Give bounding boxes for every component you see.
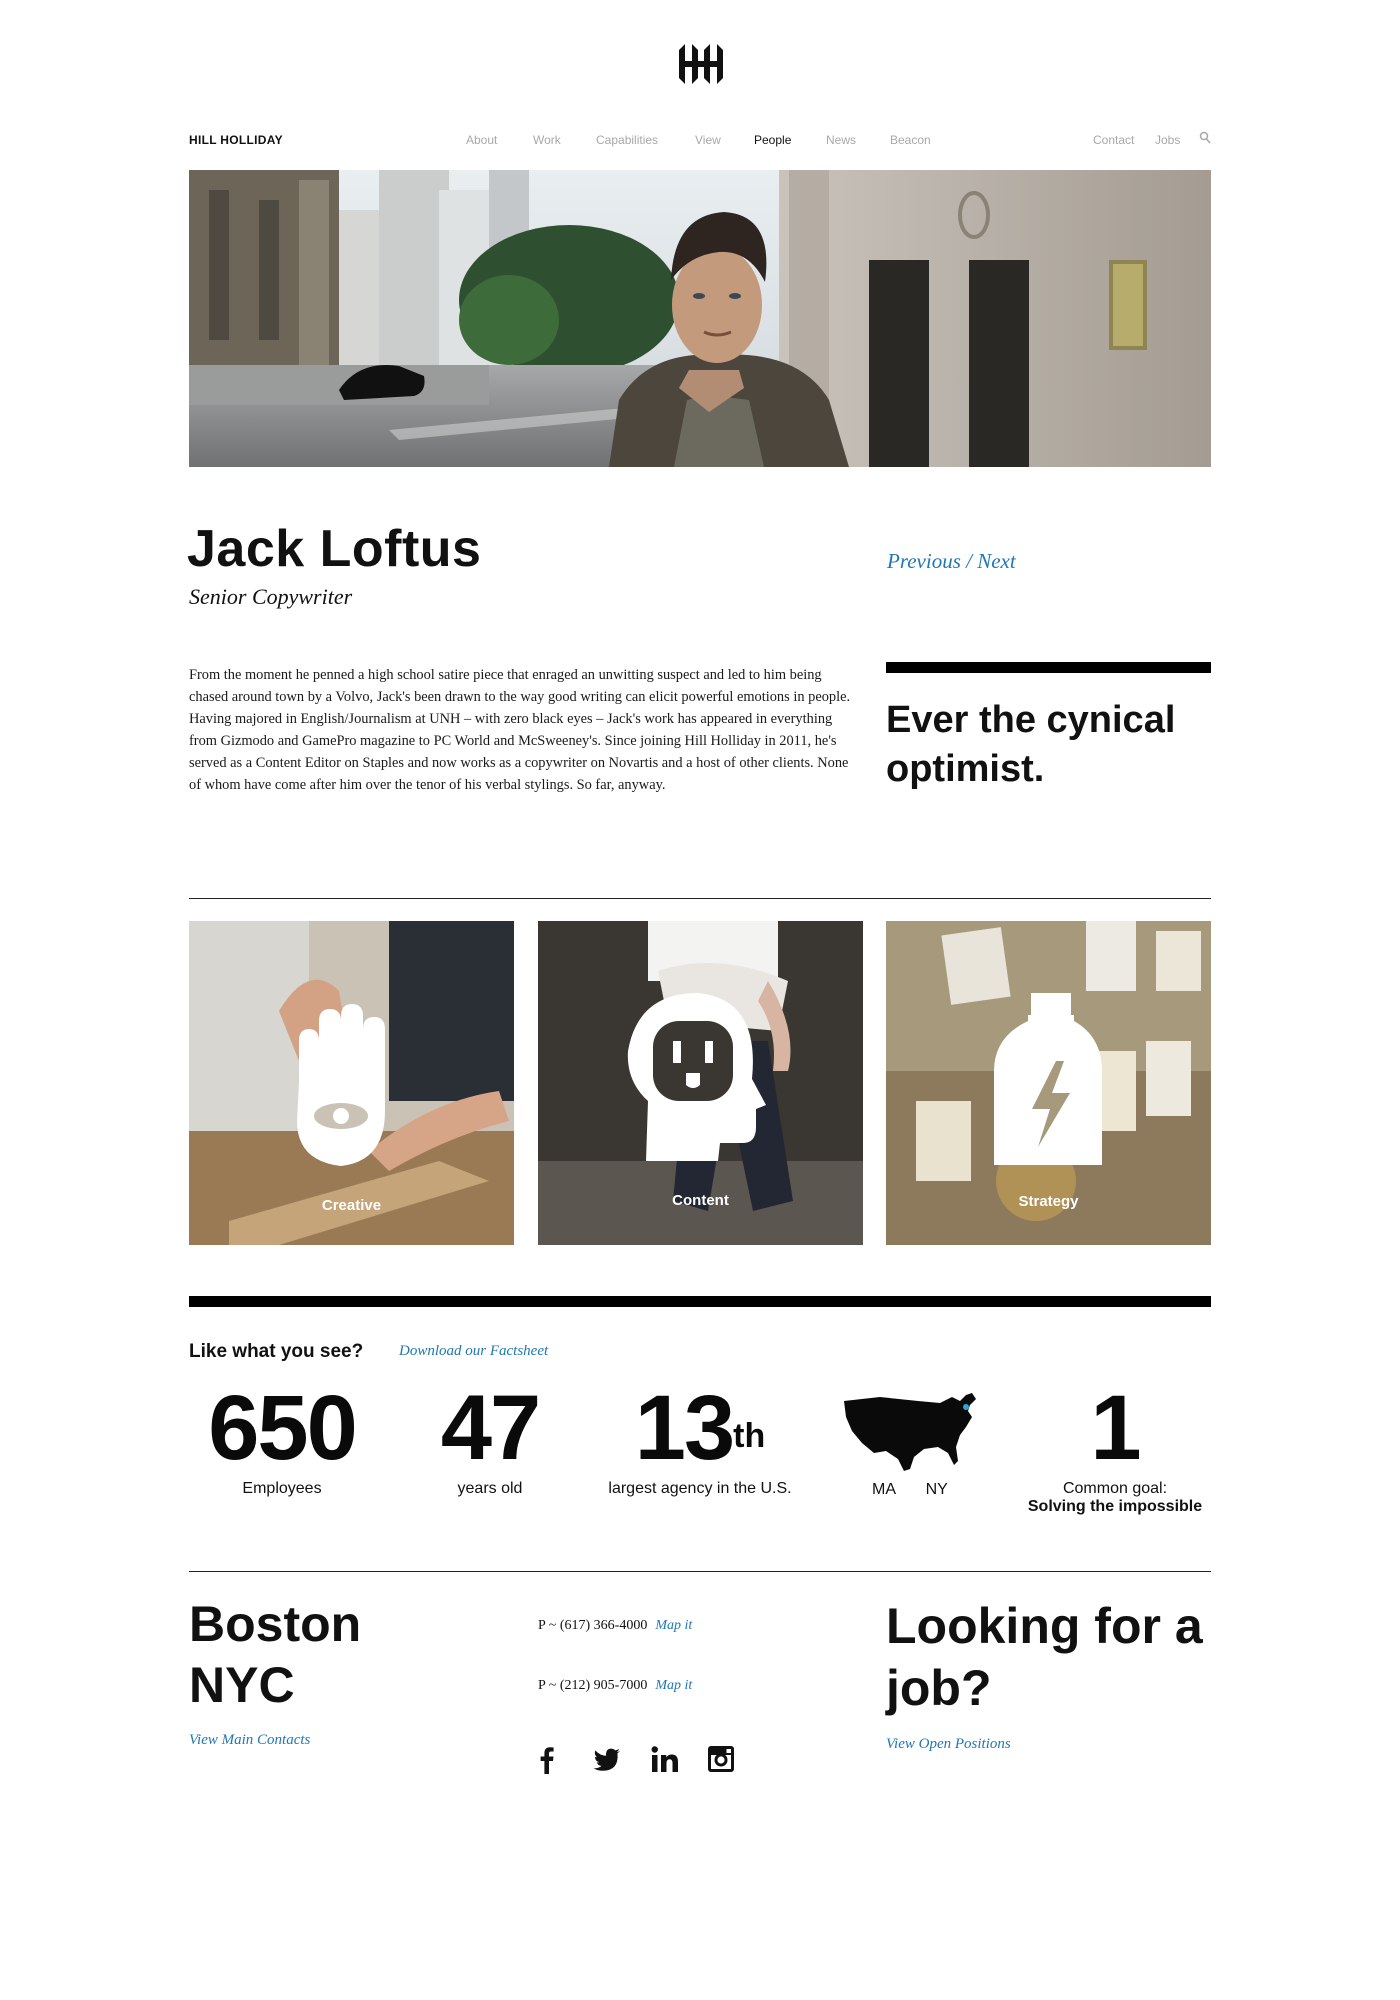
- nav-item-capabilities[interactable]: Capabilities: [596, 133, 658, 147]
- stat-goal: 1 Common goal: Solving the impossible: [1010, 1378, 1220, 1516]
- capability-tile-strategy[interactable]: Strategy: [886, 921, 1211, 1245]
- next-link[interactable]: Next: [977, 549, 1015, 573]
- office-city-nyc: NYC: [189, 1657, 295, 1713]
- stat-label: Employees: [242, 1480, 322, 1497]
- location-labels: MA NY: [872, 1481, 948, 1499]
- stat-ordinal: th: [733, 1417, 766, 1455]
- view-open-positions-link[interactable]: View Open Positions: [886, 1736, 1011, 1753]
- nav-item-news[interactable]: News: [826, 133, 856, 147]
- capability-tile-creative[interactable]: Creative: [189, 921, 514, 1245]
- nav-item-beacon[interactable]: Beacon: [890, 133, 931, 147]
- person-name: Jack Loftus: [187, 520, 482, 578]
- capability-label: Creative: [321, 1197, 382, 1214]
- nav-item-people[interactable]: People: [754, 133, 791, 147]
- person-bio: From the moment he penned a high school …: [189, 667, 851, 793]
- top-navigation: HILL HOLLIDAY About Work Capabilities Vi…: [189, 130, 1211, 152]
- facts-heading: Like what you see?: [189, 1341, 364, 1362]
- pagination-separator: /: [960, 549, 978, 573]
- stat-rank: 13th largest agency in the U.S.: [590, 1378, 810, 1498]
- download-factsheet-link[interactable]: Download our Factsheet: [399, 1343, 548, 1360]
- phone-boston: P ~ (617) 366-4000 Map it: [538, 1618, 692, 1634]
- view-main-contacts-link[interactable]: View Main Contacts: [189, 1732, 310, 1749]
- stat-number: 1: [1090, 1377, 1141, 1479]
- nav-item-view[interactable]: View: [695, 133, 721, 147]
- capability-label: Strategy: [1018, 1193, 1079, 1210]
- nav-item-contact[interactable]: Contact: [1093, 133, 1134, 147]
- stat-label-emphasis: Solving the impossible: [1027, 1498, 1203, 1515]
- footer-divider: [189, 1571, 1211, 1572]
- instagram-icon[interactable]: [706, 1744, 736, 1774]
- capability-tile-content[interactable]: Content: [538, 921, 863, 1245]
- office-city-boston: Boston: [189, 1596, 362, 1652]
- profile-pagination: Previous / Next: [887, 549, 1016, 574]
- quote-divider-bar: [886, 662, 1211, 673]
- stat-label: Common goal:: [1062, 1480, 1168, 1497]
- nav-item-jobs[interactable]: Jobs: [1155, 133, 1180, 147]
- map-it-link-boston[interactable]: Map it: [655, 1618, 692, 1633]
- location-ny: NY: [925, 1481, 948, 1498]
- location-ma: MA: [872, 1481, 896, 1498]
- capability-label: Content: [672, 1192, 729, 1209]
- person-job-title: Senior Copywriter: [189, 584, 353, 609]
- section-divider: [189, 898, 1211, 899]
- stat-label: largest agency in the U.S.: [608, 1480, 792, 1497]
- brand-wordmark[interactable]: HILL HOLLIDAY: [189, 133, 283, 147]
- phone-nyc: P ~ (212) 905-7000 Map it: [538, 1678, 692, 1694]
- hero-portrait-photo: [189, 170, 1211, 467]
- search-icon[interactable]: [1199, 131, 1211, 145]
- facts-divider-bar: [189, 1296, 1211, 1307]
- stat-number: 13th: [634, 1377, 766, 1479]
- stat-label: years old: [457, 1480, 523, 1497]
- phone-number: P ~ (617) 366-4000: [538, 1618, 648, 1633]
- stat-years: 47 years old: [410, 1378, 570, 1498]
- nav-item-work[interactable]: Work: [533, 133, 561, 147]
- twitter-icon[interactable]: [592, 1744, 622, 1774]
- previous-link[interactable]: Previous: [887, 549, 961, 573]
- phone-number: P ~ (212) 905-7000: [538, 1678, 648, 1693]
- jobs-heading: Looking for a job?: [886, 1598, 1203, 1716]
- stat-employees: 650 Employees: [189, 1378, 375, 1498]
- map-it-link-nyc[interactable]: Map it: [655, 1678, 692, 1693]
- hh-monogram-logo[interactable]: [675, 44, 727, 84]
- stat-number: 47: [440, 1377, 541, 1479]
- nav-item-about[interactable]: About: [466, 133, 497, 147]
- stat-number: 650: [208, 1377, 358, 1479]
- usa-map-icon: [844, 1393, 976, 1471]
- pull-quote: Ever the cynical optimist.: [886, 699, 1176, 790]
- facebook-icon[interactable]: [532, 1744, 562, 1774]
- linkedin-icon[interactable]: [650, 1744, 680, 1774]
